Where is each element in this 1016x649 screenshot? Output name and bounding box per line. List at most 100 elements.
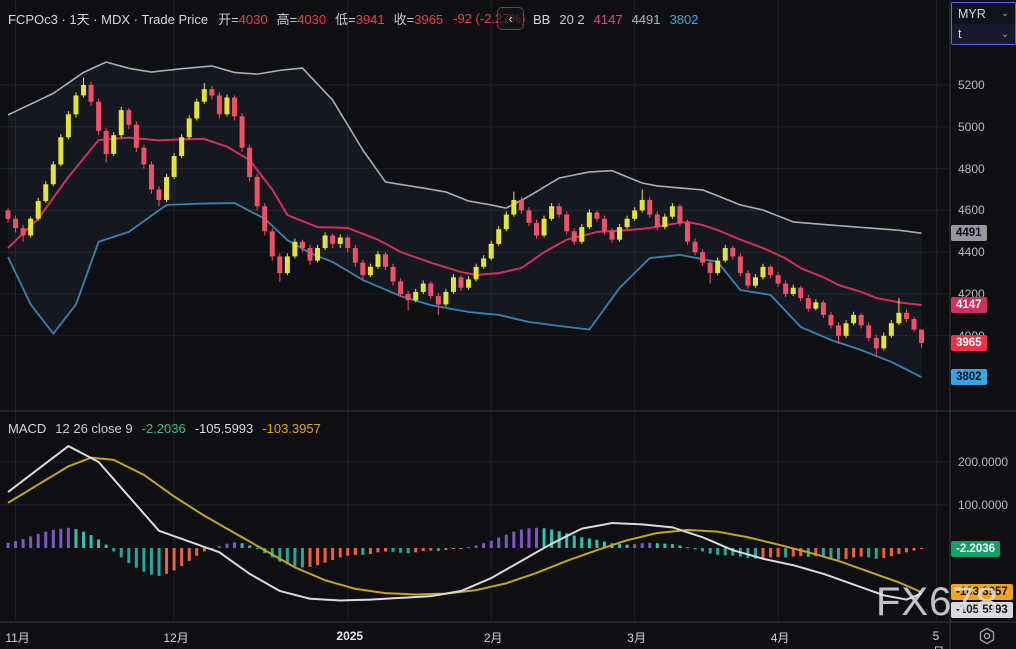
macd-histogram-bar bbox=[686, 547, 689, 549]
candle-body bbox=[118, 110, 124, 136]
bb-value: 4147 bbox=[593, 12, 623, 27]
macd-histogram-bar bbox=[436, 548, 440, 552]
candle-body bbox=[737, 256, 743, 274]
candle-body bbox=[284, 256, 290, 274]
candle-body bbox=[65, 114, 71, 138]
ohlc-value: 4030 bbox=[297, 12, 327, 27]
candle-body bbox=[171, 156, 177, 177]
macd-histogram-bar bbox=[497, 537, 501, 548]
macd-histogram-bar bbox=[701, 548, 705, 552]
macd-histogram-bar bbox=[112, 548, 116, 552]
candle-body bbox=[730, 248, 736, 257]
macd-histogram-bar bbox=[36, 533, 40, 548]
time-tick-label: 11月 bbox=[5, 631, 30, 645]
macd-histogram-bar bbox=[693, 548, 697, 550]
candle-body bbox=[179, 137, 185, 157]
candle-body bbox=[654, 214, 660, 228]
macd-histogram-bar bbox=[51, 529, 55, 548]
candle-body bbox=[534, 222, 539, 236]
candle-body bbox=[50, 164, 56, 185]
gear-icon bbox=[979, 627, 995, 645]
price-badge: 4147 bbox=[951, 297, 987, 314]
candle-body bbox=[345, 237, 351, 249]
macd-pane bbox=[6, 444, 924, 602]
macd-histogram-bar bbox=[300, 548, 304, 568]
ohlc-value: 3965 bbox=[414, 12, 444, 27]
currency-dropdown[interactable]: MYR ⌄ bbox=[952, 3, 1015, 24]
time-tick-label: 12月 bbox=[163, 631, 189, 645]
macd-values: -2.2036 -105.5993 -103.3957 bbox=[142, 421, 321, 436]
candle-body bbox=[375, 254, 381, 267]
candle-body bbox=[111, 135, 117, 154]
macd-histogram-bar bbox=[451, 548, 455, 549]
macd-histogram-bar bbox=[240, 543, 244, 548]
macd-histogram-bar bbox=[912, 548, 916, 551]
axis-tick-label: 5000 bbox=[958, 119, 985, 134]
collapse-legend-button[interactable]: ‹ bbox=[497, 7, 524, 30]
candle-body bbox=[428, 283, 434, 297]
macd-histogram-bar bbox=[66, 527, 70, 548]
candle-body bbox=[805, 298, 811, 309]
candle-body bbox=[564, 214, 570, 232]
candle-body bbox=[919, 329, 925, 344]
axis-tick-label: 4400 bbox=[958, 245, 985, 260]
candle-body bbox=[496, 229, 502, 244]
macd-histogram-bar bbox=[293, 548, 297, 567]
macd-histogram-bar bbox=[889, 548, 893, 557]
candle-body bbox=[232, 97, 237, 117]
ohlc-item: 收=3965 bbox=[394, 9, 444, 28]
macd-histogram-bar bbox=[716, 548, 720, 555]
macd-histogram-bar bbox=[165, 548, 169, 574]
candle-body bbox=[35, 200, 41, 219]
candle-body bbox=[836, 325, 841, 336]
axis-tick-label: 200.0000 bbox=[958, 455, 1009, 469]
candle-body bbox=[383, 254, 388, 267]
candle-body bbox=[413, 291, 419, 301]
candle-body bbox=[96, 101, 102, 131]
candle-body bbox=[828, 314, 834, 326]
candle-body bbox=[488, 243, 494, 259]
ohlc-label: 收= bbox=[393, 12, 415, 27]
macd-histogram-bar bbox=[195, 548, 199, 556]
candle-body bbox=[677, 206, 683, 223]
macd-histogram-bar bbox=[6, 542, 10, 548]
candle-body bbox=[820, 302, 826, 315]
bb-value: 4491 bbox=[631, 12, 661, 27]
time-tick-label: 4月 bbox=[770, 631, 790, 645]
macd-histogram-bar bbox=[648, 542, 652, 548]
timescale-settings-button[interactable] bbox=[973, 626, 1001, 646]
candle-body bbox=[156, 189, 162, 200]
macd-histogram-bar bbox=[323, 548, 327, 563]
macd-histogram-bar bbox=[769, 548, 773, 558]
macd-histogram-bar bbox=[82, 531, 85, 548]
macd-histogram-bar bbox=[920, 548, 924, 549]
macd-value: -103.3957 bbox=[262, 421, 321, 436]
chart-canvas[interactable] bbox=[0, 0, 1016, 649]
candle-body bbox=[752, 277, 758, 286]
macd-histogram-bar bbox=[897, 548, 901, 555]
price-scale[interactable]: 5200500048004600440042004000200.0000100.… bbox=[950, 0, 1016, 649]
macd-histogram-bar bbox=[187, 548, 191, 561]
candle-body bbox=[277, 256, 283, 274]
chevron-down-icon: ⌄ bbox=[1000, 28, 1009, 40]
candle-body bbox=[186, 118, 192, 138]
macd-histogram-bar bbox=[74, 529, 78, 548]
unit-dropdown[interactable]: t ⌄ bbox=[952, 24, 1015, 44]
currency-value: MYR bbox=[958, 6, 986, 21]
candle-body bbox=[617, 227, 623, 240]
macd-histogram-bar bbox=[361, 548, 365, 555]
macd-histogram-bar bbox=[225, 543, 229, 548]
macd-histogram-bar bbox=[399, 548, 403, 553]
macd-histogram-bar bbox=[504, 534, 508, 548]
macd-histogram-bar bbox=[346, 548, 350, 556]
macd-histogram-bar bbox=[723, 548, 727, 556]
macd-histogram-bar bbox=[44, 531, 48, 548]
candle-body bbox=[692, 241, 698, 253]
candle-body bbox=[141, 147, 147, 165]
macd-histogram-bar bbox=[776, 548, 780, 558]
chart-window: FCPOc3 · 1天 · MDX · Trade Price 开=4030 高=… bbox=[0, 0, 1016, 649]
macd-indicator-name: MACD bbox=[8, 421, 47, 436]
candle-body bbox=[571, 231, 577, 242]
macd-histogram-bar bbox=[376, 548, 380, 553]
time-scale[interactable]: 11月 12月 2025 2月 3月 4月 5月 bbox=[0, 622, 950, 649]
